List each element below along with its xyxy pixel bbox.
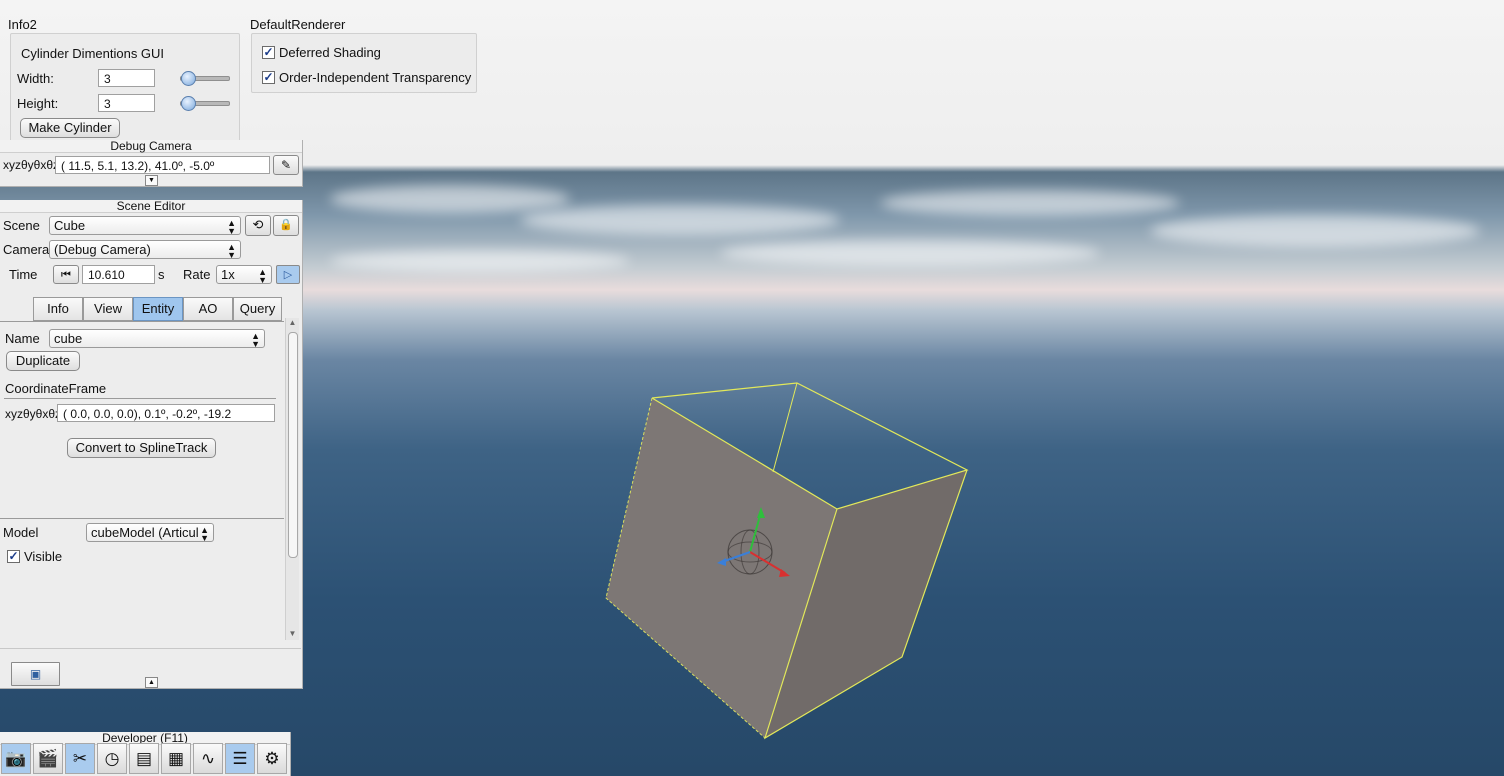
updown-arrow-icon: ▲ ▼ bbox=[200, 525, 209, 542]
camera-label: Camera bbox=[3, 242, 50, 257]
camera-coord-input[interactable]: ( 11.5, 5.1, 13.2), 41.0º, -5.0º bbox=[55, 156, 270, 174]
model-select[interactable]: cubeModel (Articul ▲ ▼ bbox=[86, 523, 214, 542]
debug-camera-panel: Debug Camera xyzθyθxθz ( 11.5, 5.1, 13.2… bbox=[0, 140, 303, 187]
width-input[interactable]: 3 bbox=[98, 69, 155, 87]
info2-title: Info2 bbox=[8, 17, 37, 32]
width-label: Width: bbox=[17, 71, 54, 86]
frame-coord-input[interactable]: ( 0.0, 0.0, 0.0), 0.1º, -0.2º, -19.2 bbox=[57, 404, 275, 422]
rate-select[interactable]: 1x ▲ ▼ bbox=[216, 265, 272, 284]
updown-arrow-icon: ▲ ▼ bbox=[251, 331, 260, 348]
cylinder-group-title: Cylinder Dimentions GUI bbox=[21, 46, 165, 61]
oit-label: Order-Independent Transparency bbox=[279, 70, 472, 85]
tab-entity[interactable]: Entity bbox=[133, 297, 183, 321]
width-slider-knob[interactable] bbox=[181, 71, 196, 86]
play-icon[interactable]: ▷ bbox=[276, 265, 300, 284]
coordinate-frame-heading: CoordinateFrame bbox=[5, 381, 107, 396]
updown-arrow-icon: ▲ ▼ bbox=[258, 267, 267, 284]
profiler-icon[interactable]: ∿ bbox=[193, 743, 223, 774]
duplicate-button[interactable]: Duplicate bbox=[6, 351, 80, 371]
reload-scene-icon[interactable]: ⟲ bbox=[245, 215, 271, 236]
updown-arrow-icon: ▲ ▼ bbox=[227, 218, 236, 235]
edit-camera-icon[interactable]: ✎ bbox=[273, 155, 299, 175]
render-icon[interactable]: ▦ bbox=[161, 743, 191, 774]
debug-camera-title[interactable]: Debug Camera bbox=[0, 140, 302, 153]
cube-inner-edge bbox=[772, 382, 798, 473]
scrollbar[interactable]: ▲ ▼ bbox=[285, 318, 299, 640]
save-icon[interactable]: ▣ bbox=[11, 662, 60, 686]
camera-coord-label: xyzθyθxθz bbox=[3, 158, 60, 172]
divider bbox=[0, 321, 284, 322]
tab-view[interactable]: View bbox=[83, 297, 133, 321]
visible-checkbox[interactable]: ✓ bbox=[7, 550, 20, 563]
frame-coord-label: xyzθyθxθz bbox=[5, 407, 62, 421]
scroll-down-icon[interactable]: ▼ bbox=[286, 629, 299, 638]
settings-icon[interactable]: ⚙ bbox=[257, 743, 287, 774]
entity-name-value: cube bbox=[54, 331, 83, 346]
tab-query[interactable]: Query bbox=[233, 297, 282, 321]
deferred-shading-label: Deferred Shading bbox=[279, 45, 381, 60]
camera-select-value: (Debug Camera) bbox=[54, 242, 151, 257]
tools-icon[interactable]: ✂ bbox=[65, 743, 95, 774]
scene-editor-title[interactable]: Scene Editor bbox=[0, 200, 302, 213]
window-icon[interactable]: ▤ bbox=[129, 743, 159, 774]
time-unit: s bbox=[158, 267, 165, 282]
speedometer-icon[interactable]: ◷ bbox=[97, 743, 127, 774]
rate-select-value: 1x bbox=[221, 267, 235, 282]
deferred-shading-checkbox[interactable]: ✓ bbox=[262, 46, 275, 59]
entity-name-select[interactable]: cube ▲ ▼ bbox=[49, 329, 265, 348]
rate-label: Rate bbox=[183, 267, 211, 282]
make-cylinder-button[interactable]: Make Cylinder bbox=[20, 118, 120, 138]
time-label: Time bbox=[9, 267, 38, 282]
divider bbox=[0, 518, 284, 519]
time-input[interactable]: 10.610 bbox=[82, 265, 155, 284]
oit-checkbox[interactable]: ✓ bbox=[262, 71, 275, 84]
expand-arrow-icon[interactable]: ▲ bbox=[145, 677, 158, 688]
tab-info[interactable]: Info bbox=[33, 297, 83, 321]
scene-select-value: Cube bbox=[54, 218, 86, 233]
tab-ao[interactable]: AO bbox=[183, 297, 233, 321]
log-icon[interactable]: ☰ bbox=[225, 743, 255, 774]
convert-spline-button[interactable]: Convert to SplineTrack bbox=[67, 438, 216, 458]
scene-select[interactable]: Cube ▲ ▼ bbox=[49, 216, 241, 235]
scroll-up-icon[interactable]: ▲ bbox=[286, 318, 299, 327]
camera-icon[interactable]: 📷 bbox=[1, 743, 31, 774]
scene-label: Scene bbox=[3, 218, 40, 233]
collapse-arrow-icon[interactable]: ▼ bbox=[145, 175, 158, 186]
rewind-icon[interactable]: ⏮ bbox=[53, 265, 79, 284]
model-label: Model bbox=[3, 525, 39, 540]
divider bbox=[0, 648, 301, 649]
divider bbox=[4, 398, 276, 399]
height-input[interactable]: 3 bbox=[98, 94, 155, 112]
visible-label: Visible bbox=[24, 549, 63, 564]
height-label: Height: bbox=[17, 96, 59, 111]
updown-arrow-icon: ▲ ▼ bbox=[227, 242, 236, 259]
camera-select[interactable]: (Debug Camera) ▲ ▼ bbox=[49, 240, 241, 259]
lock-icon[interactable]: 🔒 bbox=[273, 215, 299, 236]
name-label: Name bbox=[5, 331, 40, 346]
renderer-title: DefaultRenderer bbox=[250, 17, 346, 32]
scrollbar-thumb[interactable] bbox=[288, 332, 298, 558]
height-slider-knob[interactable] bbox=[181, 96, 196, 111]
model-select-value: cubeModel (Articul bbox=[91, 525, 199, 540]
clapperboard-icon[interactable]: 🎬 bbox=[33, 743, 63, 774]
